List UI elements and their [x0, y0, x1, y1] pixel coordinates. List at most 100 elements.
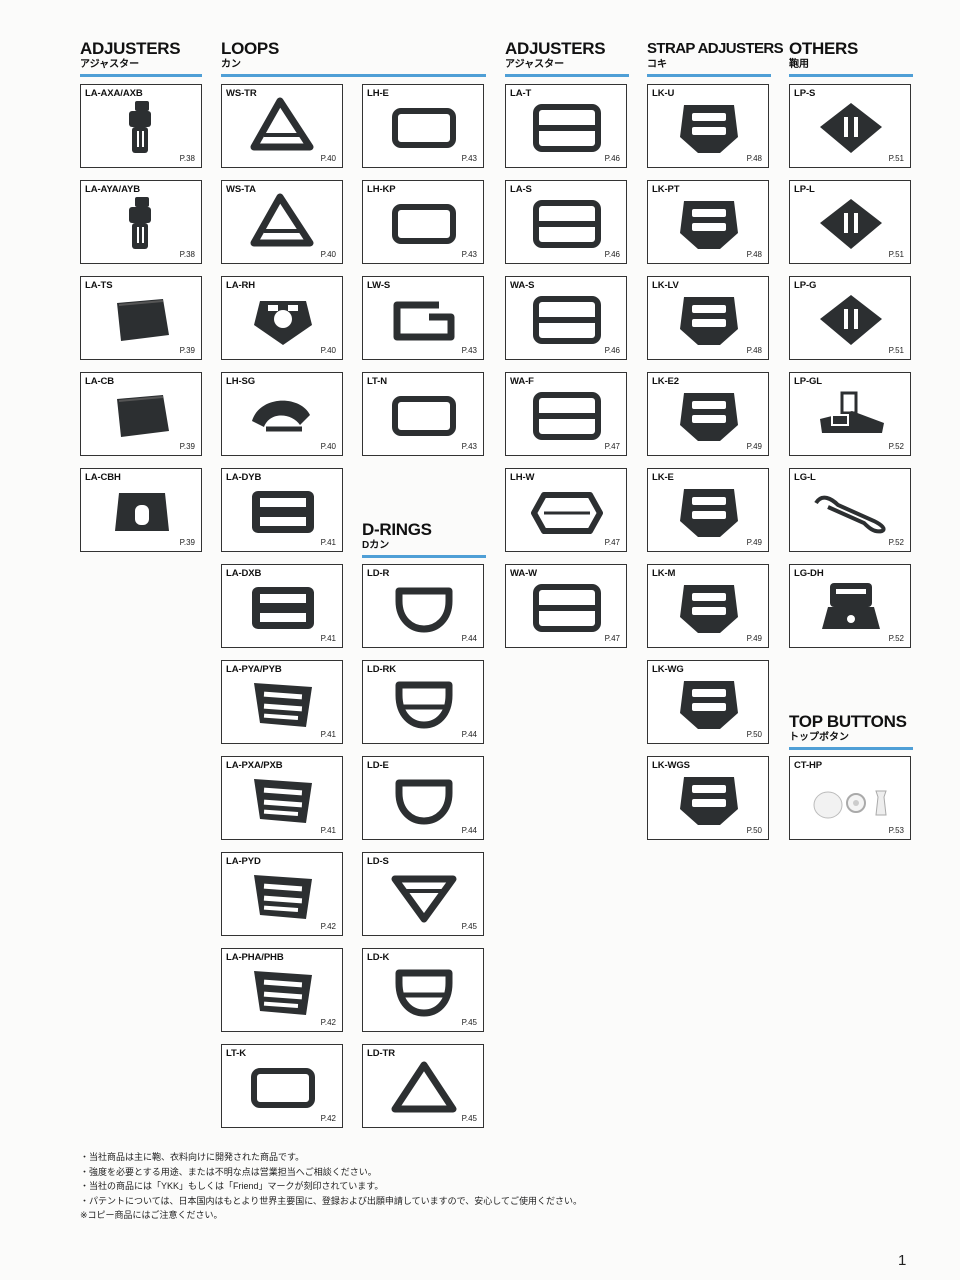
ladder-adjuster-icon	[240, 769, 326, 831]
page-reference: P.44	[461, 634, 477, 643]
product-card: LA-S P.46	[505, 180, 627, 264]
triangle-ring-bar-icon	[381, 865, 467, 927]
page-reference: P.43	[461, 250, 477, 259]
page-reference: P.38	[179, 154, 195, 163]
section-rule	[647, 74, 771, 77]
section-others: OTHERS 鞄用	[789, 40, 913, 77]
product-card: LP-S P.51	[789, 84, 911, 168]
page-reference: P.48	[746, 154, 762, 163]
page-reference: P.42	[320, 1114, 336, 1123]
open-loop-icon	[381, 289, 467, 351]
product-card: LD-RK P.44	[362, 660, 484, 744]
product-card: LA-PYD P.42	[221, 852, 343, 936]
section-subtitle: トップボタン	[789, 732, 849, 743]
section-title: LOOPS	[221, 39, 280, 58]
cord-loop-icon	[808, 481, 894, 543]
ladder-adjuster-icon	[240, 961, 326, 1023]
slide-adjuster-icon	[240, 577, 326, 639]
product-card: LK-WGS P.50	[647, 756, 769, 840]
page-number: 1	[898, 1252, 907, 1269]
slot-plate-icon	[808, 289, 894, 351]
product-card: LD-S P.45	[362, 852, 484, 936]
product-card: LK-E P.49	[647, 468, 769, 552]
ladder-adjuster-icon	[240, 865, 326, 927]
ladder-lock-icon	[666, 481, 752, 543]
product-card: LT-K P.42	[221, 1044, 343, 1128]
product-card: WA-F P.47	[505, 372, 627, 456]
page-reference: P.39	[179, 442, 195, 451]
ladder-lock-icon	[666, 193, 752, 255]
page-reference: P.48	[746, 346, 762, 355]
tri-glide-icon	[524, 577, 610, 639]
ladder-lock-icon	[666, 769, 752, 831]
product-card: WS-TR P.40	[221, 84, 343, 168]
product-card: LH-W P.47	[505, 468, 627, 552]
slot-plate-icon	[808, 97, 894, 159]
page-reference: P.43	[461, 154, 477, 163]
product-card: CT-HP P.53	[789, 756, 911, 840]
rect-loop-icon	[381, 385, 467, 447]
section-loops: LOOPS カン	[221, 40, 486, 77]
product-card: LA-PHA/PHB P.42	[221, 948, 343, 1032]
rect-loop-icon	[240, 1057, 326, 1119]
strap-tip-hole-icon	[99, 481, 185, 543]
slide-adjuster-icon	[240, 481, 326, 543]
product-card: LA-RH P.40	[221, 276, 343, 360]
tri-glide-icon	[524, 193, 610, 255]
section-title: OTHERS	[789, 39, 859, 58]
page-reference: P.40	[320, 346, 336, 355]
section-strap-adjusters: STRAP ADJUSTERS コキ	[647, 40, 784, 77]
tri-glide-icon	[524, 289, 610, 351]
product-card: LA-CBH P.39	[80, 468, 202, 552]
rect-loop-icon	[381, 97, 467, 159]
section-rule	[80, 74, 202, 77]
section-adjusters-left: ADJUSTERS アジャスター	[80, 40, 202, 77]
product-card: LA-AXA/AXB P.38	[80, 84, 202, 168]
page-reference: P.41	[320, 826, 336, 835]
three-way-ring-icon	[240, 289, 326, 351]
section-subtitle: カン	[221, 59, 241, 70]
oval-glide-icon	[524, 481, 610, 543]
page-reference: P.45	[461, 1018, 477, 1027]
page-reference: P.46	[604, 154, 620, 163]
product-card: LK-LV P.48	[647, 276, 769, 360]
ladder-lock-icon	[666, 289, 752, 351]
ladder-lock-icon	[666, 97, 752, 159]
ladder-adjuster-icon	[240, 673, 326, 735]
product-card: LP-GL P.52	[789, 372, 911, 456]
product-card: LK-U P.48	[647, 84, 769, 168]
page-reference: P.39	[179, 538, 195, 547]
section-title: STRAP ADJUSTERS	[647, 40, 784, 57]
page-reference: P.48	[746, 250, 762, 259]
product-card: LH-SG P.40	[221, 372, 343, 456]
buckle-clip-icon	[99, 193, 185, 255]
page-reference: P.45	[461, 922, 477, 931]
strap-tip-icon	[99, 289, 185, 351]
page-reference: P.51	[888, 346, 904, 355]
page-reference: P.51	[888, 250, 904, 259]
page-reference: P.44	[461, 826, 477, 835]
product-card: LA-PYA/PYB P.41	[221, 660, 343, 744]
product-card: LA-DXB P.41	[221, 564, 343, 648]
product-card: LH-KP P.43	[362, 180, 484, 264]
ladder-lock-icon	[666, 673, 752, 735]
product-card: LA-T P.46	[505, 84, 627, 168]
tri-glide-icon	[524, 385, 610, 447]
product-card: LA-DYB P.41	[221, 468, 343, 552]
note-line: ※コピー商品にはご注意ください。	[80, 1210, 223, 1220]
d-ring-icon	[381, 577, 467, 639]
product-card: LA-PXA/PXB P.41	[221, 756, 343, 840]
note-line: ・当社の商品には「YKK」もしくは「Friend」マークが刻印されています。	[80, 1181, 384, 1191]
section-adjusters-right: ADJUSTERS アジャスター	[505, 40, 629, 77]
page-reference: P.38	[179, 250, 195, 259]
page-reference: P.43	[461, 442, 477, 451]
product-card: WS-TA P.40	[221, 180, 343, 264]
triangle-loop-icon	[240, 97, 326, 159]
ladder-lock-icon	[666, 385, 752, 447]
product-card: LA-CB P.39	[80, 372, 202, 456]
section-title: ADJUSTERS	[505, 39, 606, 58]
product-card: WA-S P.46	[505, 276, 627, 360]
section-subtitle: 鞄用	[789, 59, 809, 70]
product-card: LH-E P.43	[362, 84, 484, 168]
product-card: LA-TS P.39	[80, 276, 202, 360]
